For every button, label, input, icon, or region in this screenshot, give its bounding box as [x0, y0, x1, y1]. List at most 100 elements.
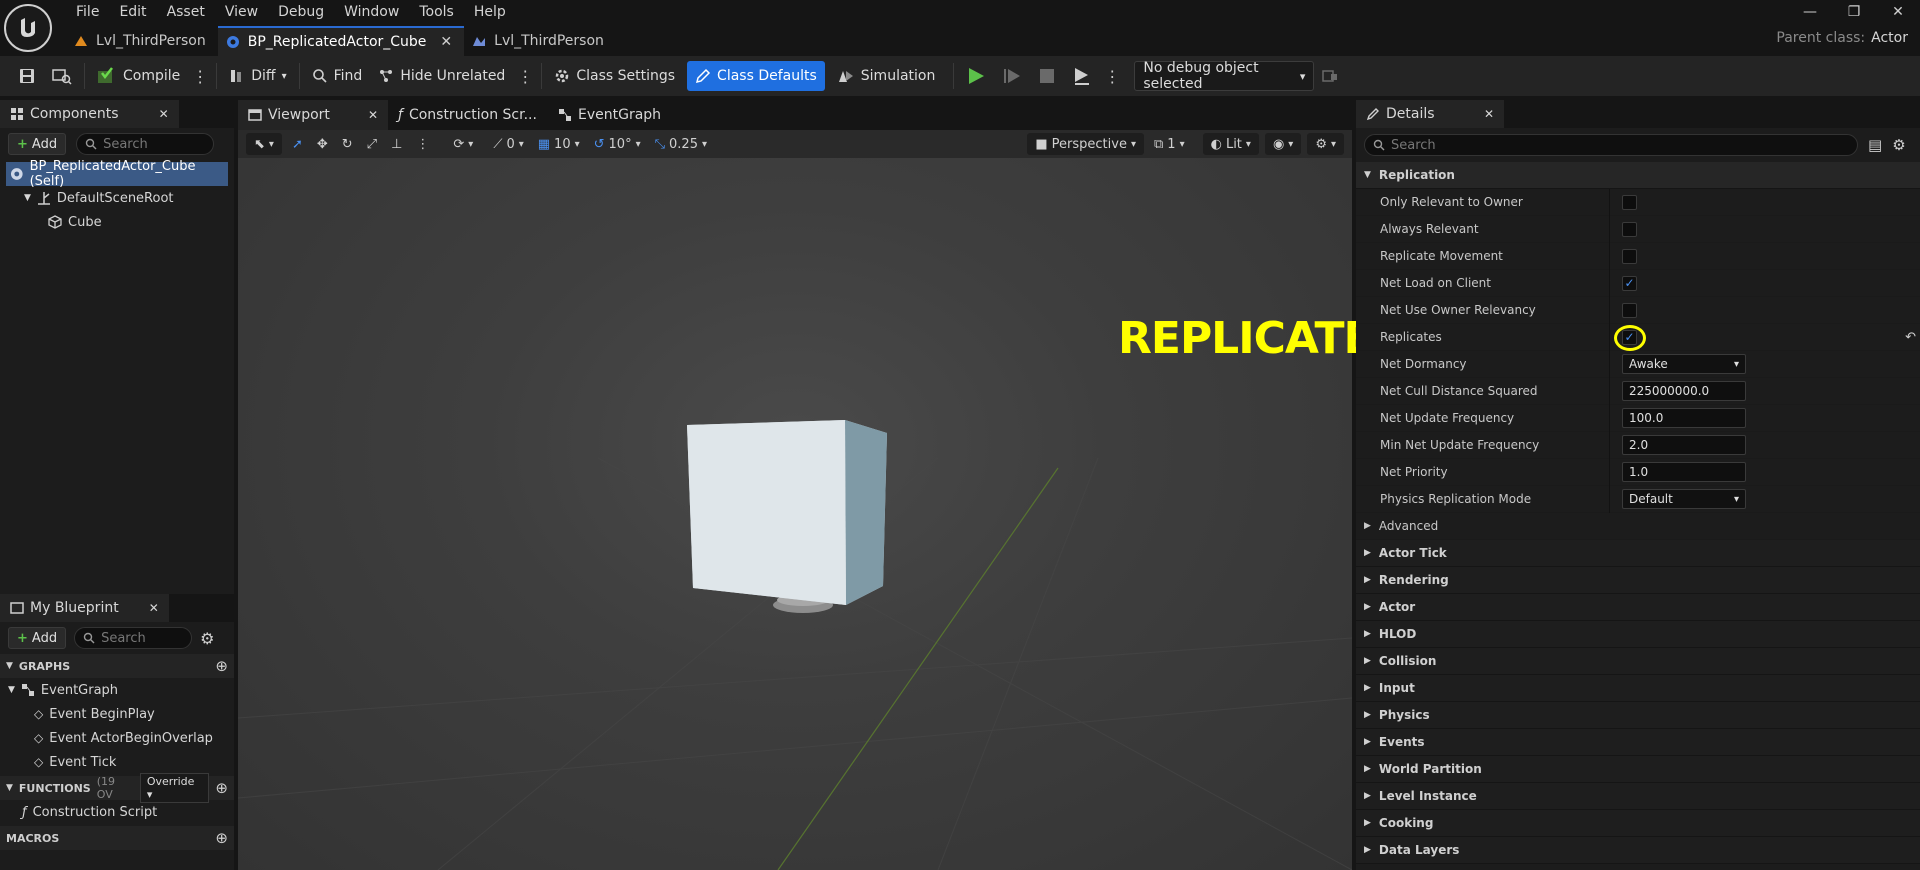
doc-tab-level-2[interactable]: Lvl_ThirdPerson — [464, 26, 616, 56]
menu-view[interactable]: View — [215, 0, 268, 24]
always-relevant-checkbox[interactable] — [1622, 221, 1637, 237]
category-actor-tick[interactable]: ▶ Actor Tick — [1356, 540, 1920, 567]
function-item[interactable]: ƒ Construction Script — [0, 800, 234, 824]
close-icon[interactable]: ✕ — [440, 34, 452, 50]
net-use-owner-relevancy-checkbox[interactable] — [1622, 302, 1637, 318]
doc-tab-level-1[interactable]: Lvl_ThirdPerson — [66, 26, 218, 56]
category-cooking[interactable]: ▶ Cooking — [1356, 810, 1920, 837]
compile-button[interactable]: Compile — [89, 61, 188, 91]
category-actor[interactable]: ▶ Actor — [1356, 594, 1920, 621]
unreal-logo-icon[interactable] — [4, 4, 52, 52]
translate-tool-icon[interactable]: ✥ — [313, 137, 332, 152]
frame-skip-button[interactable] — [994, 61, 1030, 91]
category-level-instance[interactable]: ▶ Level Instance — [1356, 783, 1920, 810]
stop-button[interactable] — [1030, 61, 1064, 91]
doc-tab-blueprint[interactable]: BP_ReplicatedActor_Cube ✕ — [217, 26, 465, 56]
net-update-frequency-input[interactable]: 100.0 — [1622, 408, 1746, 428]
more-options-icon[interactable]: ⋮ — [412, 137, 433, 152]
category-hlod[interactable]: ▶ HLOD — [1356, 621, 1920, 648]
compile-options-icon[interactable]: ⋮ — [188, 67, 212, 86]
graph-event-item[interactable]: ◇ Event Tick — [0, 750, 234, 774]
menu-edit[interactable]: Edit — [109, 0, 156, 24]
graphs-section-header[interactable]: ▼ GRAPHS ⊕ — [0, 654, 234, 678]
debug-object-select[interactable]: No debug object selected ▾ — [1134, 60, 1315, 92]
grid-snap-button[interactable]: ▦ 10 ▾ — [534, 137, 584, 152]
scale-snap-button[interactable]: ⤡ 0.25 ▾ — [651, 137, 711, 152]
net-priority-input[interactable]: 1.0 — [1622, 462, 1746, 482]
hide-unrelated-button[interactable]: Hide Unrelated — [370, 61, 513, 91]
menu-tools[interactable]: Tools — [409, 0, 464, 24]
override-dropdown[interactable]: Override ▾ — [139, 773, 210, 803]
viewport-options-button[interactable]: ⬉ ▾ — [246, 133, 282, 155]
graph-item[interactable]: ▼ EventGraph — [0, 678, 234, 702]
net-dormancy-dropdown[interactable]: Awake ▾ — [1622, 354, 1746, 374]
add-graph-icon[interactable]: ⊕ — [215, 657, 228, 675]
add-macro-icon[interactable]: ⊕ — [215, 829, 228, 847]
replicate-movement-checkbox[interactable] — [1622, 248, 1637, 264]
surface-snap-button[interactable]: ⟳ ▾ — [449, 137, 477, 152]
viewport-settings-button[interactable]: ⚙ ▾ — [1307, 133, 1344, 155]
close-icon[interactable]: ✕ — [159, 107, 169, 121]
close-icon[interactable]: ✕ — [149, 601, 159, 615]
menu-window[interactable]: Window — [334, 0, 409, 24]
advanced-subsection[interactable]: ▶ Advanced — [1356, 513, 1920, 540]
functions-section-header[interactable]: ▼ FUNCTIONS (19 OV Override ▾ ⊕ — [0, 773, 234, 803]
layers-button[interactable]: ⧉ 1 ▾ — [1150, 137, 1189, 152]
eject-button[interactable] — [1064, 61, 1100, 91]
debug-filter-button[interactable] — [1314, 61, 1346, 91]
class-defaults-button[interactable]: Class Defaults — [687, 61, 825, 91]
only-relevant-to-owner-checkbox[interactable] — [1622, 194, 1637, 210]
tab-details[interactable]: Details ✕ — [1356, 100, 1504, 128]
menu-debug[interactable]: Debug — [268, 0, 334, 24]
minimize-icon[interactable]: — — [1788, 0, 1832, 24]
expand-arrow-icon[interactable]: ▼ — [24, 193, 31, 203]
menu-file[interactable]: File — [66, 0, 109, 24]
gear-icon[interactable]: ⚙ — [200, 629, 214, 648]
component-self[interactable]: BP_ReplicatedActor_Cube (Self) — [6, 159, 228, 189]
menu-asset[interactable]: Asset — [157, 0, 215, 24]
play-button[interactable] — [958, 61, 994, 91]
restore-icon[interactable]: ❐ — [1832, 0, 1876, 24]
tab-viewport[interactable]: Viewport ✕ — [238, 100, 388, 130]
component-default-scene-root[interactable]: ▼ DefaultSceneRoot — [0, 186, 234, 210]
select-tool-icon[interactable]: ➚ — [288, 137, 307, 152]
perspective-button[interactable]: ■ Perspective ▾ — [1027, 133, 1144, 155]
add-component-button[interactable]: + Add — [8, 133, 67, 155]
category-data-layers[interactable]: ▶ Data Layers — [1356, 837, 1920, 864]
physics-replication-mode-dropdown[interactable]: Default ▾ — [1622, 489, 1746, 509]
category-input[interactable]: ▶ Input — [1356, 675, 1920, 702]
lit-mode-button[interactable]: ◐ Lit ▾ — [1202, 133, 1259, 155]
category-physics[interactable]: ▶ Physics — [1356, 702, 1920, 729]
replication-section-header[interactable]: ▼ Replication — [1356, 162, 1920, 189]
reset-to-default-icon[interactable]: ↶ — [1905, 330, 1916, 345]
close-icon[interactable]: ✕ — [368, 108, 378, 122]
viewport-canvas[interactable] — [238, 158, 1352, 870]
category-rendering[interactable]: ▶ Rendering — [1356, 567, 1920, 594]
simulation-button[interactable]: Simulation — [829, 61, 944, 91]
details-search-input[interactable]: Search — [1364, 134, 1858, 156]
macros-section-header[interactable]: MACROS ⊕ — [0, 826, 234, 850]
close-icon[interactable]: ✕ — [1484, 107, 1494, 121]
category-events[interactable]: ▶ Events — [1356, 729, 1920, 756]
show-flags-button[interactable]: ◉ ▾ — [1264, 133, 1302, 155]
parent-class-value[interactable]: Actor — [1871, 30, 1908, 46]
graph-event-item[interactable]: ◇ Event BeginPlay — [0, 702, 234, 726]
menu-help[interactable]: Help — [464, 0, 516, 24]
coordinate-space-icon[interactable]: ⊥ — [387, 137, 406, 152]
play-options-icon[interactable]: ⋮ — [1100, 67, 1124, 86]
gear-icon[interactable]: ⚙ — [1892, 136, 1905, 154]
category-collision[interactable]: ▶ Collision — [1356, 648, 1920, 675]
tab-my-blueprint[interactable]: My Blueprint ✕ — [0, 594, 169, 622]
my-blueprint-search-input[interactable]: Search — [74, 627, 193, 649]
save-button[interactable] — [10, 61, 44, 91]
find-button[interactable]: Find — [304, 61, 371, 91]
add-member-button[interactable]: + Add — [8, 627, 67, 649]
tab-construction-script[interactable]: ƒ Construction Scr... — [388, 100, 548, 130]
rotate-tool-icon[interactable]: ↻ — [338, 137, 357, 152]
tab-components[interactable]: Components ✕ — [0, 100, 179, 128]
category-world-partition[interactable]: ▶ World Partition — [1356, 756, 1920, 783]
components-search-input[interactable]: Search — [76, 133, 215, 155]
diff-button[interactable]: Diff ▾ — [221, 61, 294, 91]
graph-event-item[interactable]: ◇ Event ActorBeginOverlap — [0, 726, 234, 750]
min-net-update-frequency-input[interactable]: 2.0 — [1622, 435, 1746, 455]
